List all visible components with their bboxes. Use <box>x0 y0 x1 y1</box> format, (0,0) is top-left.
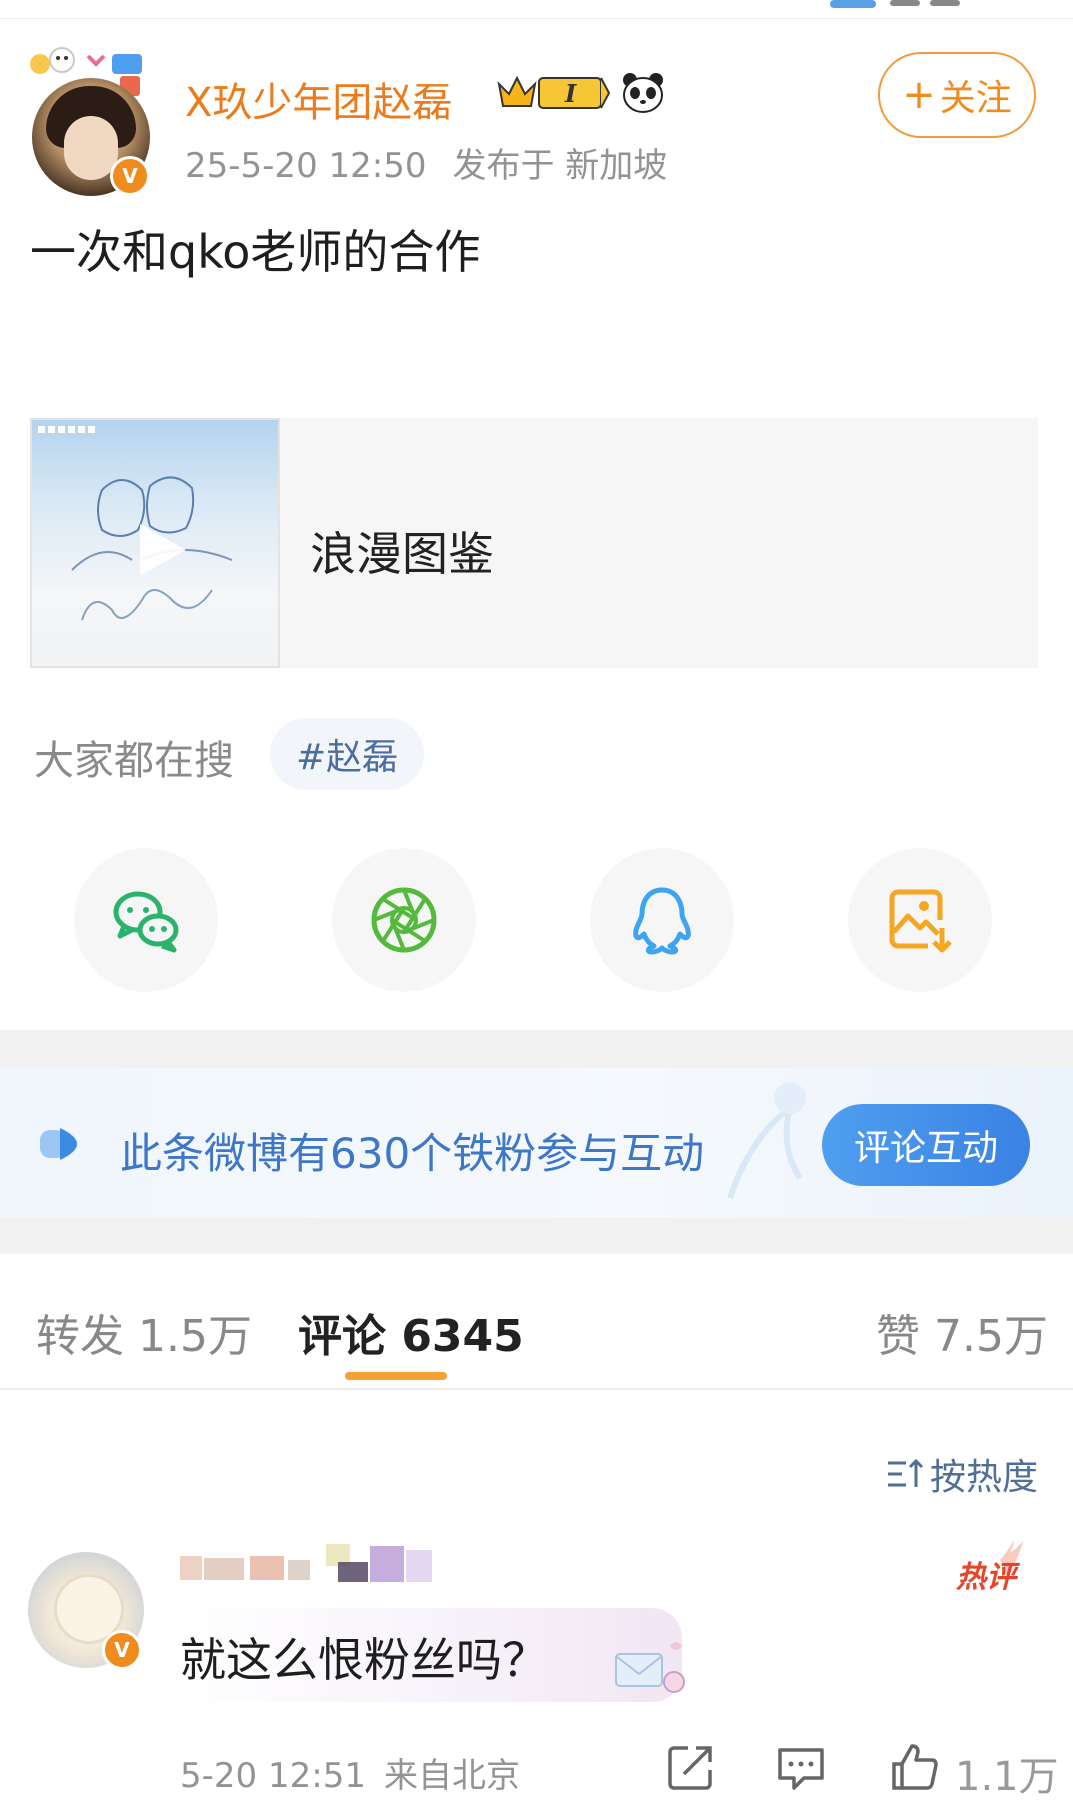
panda-icon <box>623 73 663 113</box>
hot-comment-label: 热评 <box>956 1560 1016 1595</box>
music-title: 浪漫图鉴 <box>310 527 494 581</box>
verified-badge-icon: V <box>110 156 150 196</box>
sort-icon <box>888 1458 924 1487</box>
commenter-name-redacted[interactable] <box>180 1542 480 1590</box>
save-image-icon <box>889 889 952 953</box>
sort-label: 按热度 <box>930 1457 1039 1498</box>
play-icon[interactable] <box>134 520 190 580</box>
trending-tag-chip[interactable]: #赵磊 <box>270 718 425 790</box>
svg-text:I: I <box>564 79 577 108</box>
reply-comment-icon[interactable] <box>774 1740 828 1794</box>
comment-location: 来自北京 <box>383 1756 520 1796</box>
like-comment-icon[interactable] <box>888 1740 942 1794</box>
music-card[interactable]: 浪漫图鉴 <box>30 418 1038 668</box>
fans-icon <box>40 1128 77 1160</box>
banner-decoration <box>727 1082 806 1199</box>
top-toolbar-peek <box>830 0 960 8</box>
tab-comment[interactable]: 评论 6345 <box>298 1300 524 1364</box>
comment-interaction-button[interactable]: 评论互动 <box>822 1104 1030 1186</box>
post-meta: 25-5-20 12:50 发布于 新加坡 <box>185 138 667 187</box>
fans-interaction-text: 此条微博有630个铁粉参与互动 <box>120 1129 705 1178</box>
qq-icon <box>633 887 691 955</box>
hot-comment-badge: 热评 <box>954 1538 1030 1595</box>
post-text: 一次和qko老师的合作 <box>30 225 481 279</box>
tab-divider <box>0 1388 1073 1390</box>
share-moments-button[interactable] <box>332 848 476 992</box>
section-gap <box>0 1030 1073 1068</box>
post-time: 25-5-20 12:50 <box>185 146 427 186</box>
fans-interaction-banner: 此条微博有630个铁粉参与互动 评论互动 <box>0 1068 1073 1218</box>
commenter-verified-icon: V <box>102 1630 142 1670</box>
wechat-icon <box>113 891 179 953</box>
follow-button[interactable]: + 关注 <box>878 52 1036 138</box>
comment-meta: 5-20 12:51 来自北京 <box>180 1748 520 1797</box>
sort-by-heat-button[interactable]: 按热度 <box>886 1448 1038 1500</box>
trending-search-label: 大家都在搜 <box>34 738 234 784</box>
bubble-envelope-decoration <box>615 1642 685 1693</box>
tab-repost[interactable]: 转发 1.5万 <box>36 1300 252 1364</box>
comment-like-count: 1.1万 <box>955 1754 1059 1800</box>
author-name[interactable]: X玖少年团赵磊 <box>185 70 452 128</box>
top-divider <box>0 18 1073 19</box>
save-image-button[interactable] <box>848 848 992 992</box>
moments-icon <box>371 887 437 953</box>
active-tab-indicator <box>345 1372 447 1380</box>
plus-icon: + <box>902 72 936 118</box>
album-cover <box>30 418 280 668</box>
follow-label: 关注 <box>939 78 1012 119</box>
section-gap <box>0 1218 1073 1254</box>
comment-time: 5-20 12:51 <box>180 1756 366 1796</box>
comment-text: 就这么恨粉丝吗？ <box>180 1633 548 1687</box>
author-avatar[interactable]: V <box>28 46 158 196</box>
post-location: 发布于 新加坡 <box>452 146 668 186</box>
crown-fan-badge-icon: I <box>497 75 610 109</box>
tab-like[interactable]: 赞 7.5万 <box>876 1300 1048 1364</box>
share-qq-button[interactable] <box>590 848 734 992</box>
share-wechat-button[interactable] <box>74 848 218 992</box>
share-comment-icon[interactable] <box>664 1740 718 1794</box>
